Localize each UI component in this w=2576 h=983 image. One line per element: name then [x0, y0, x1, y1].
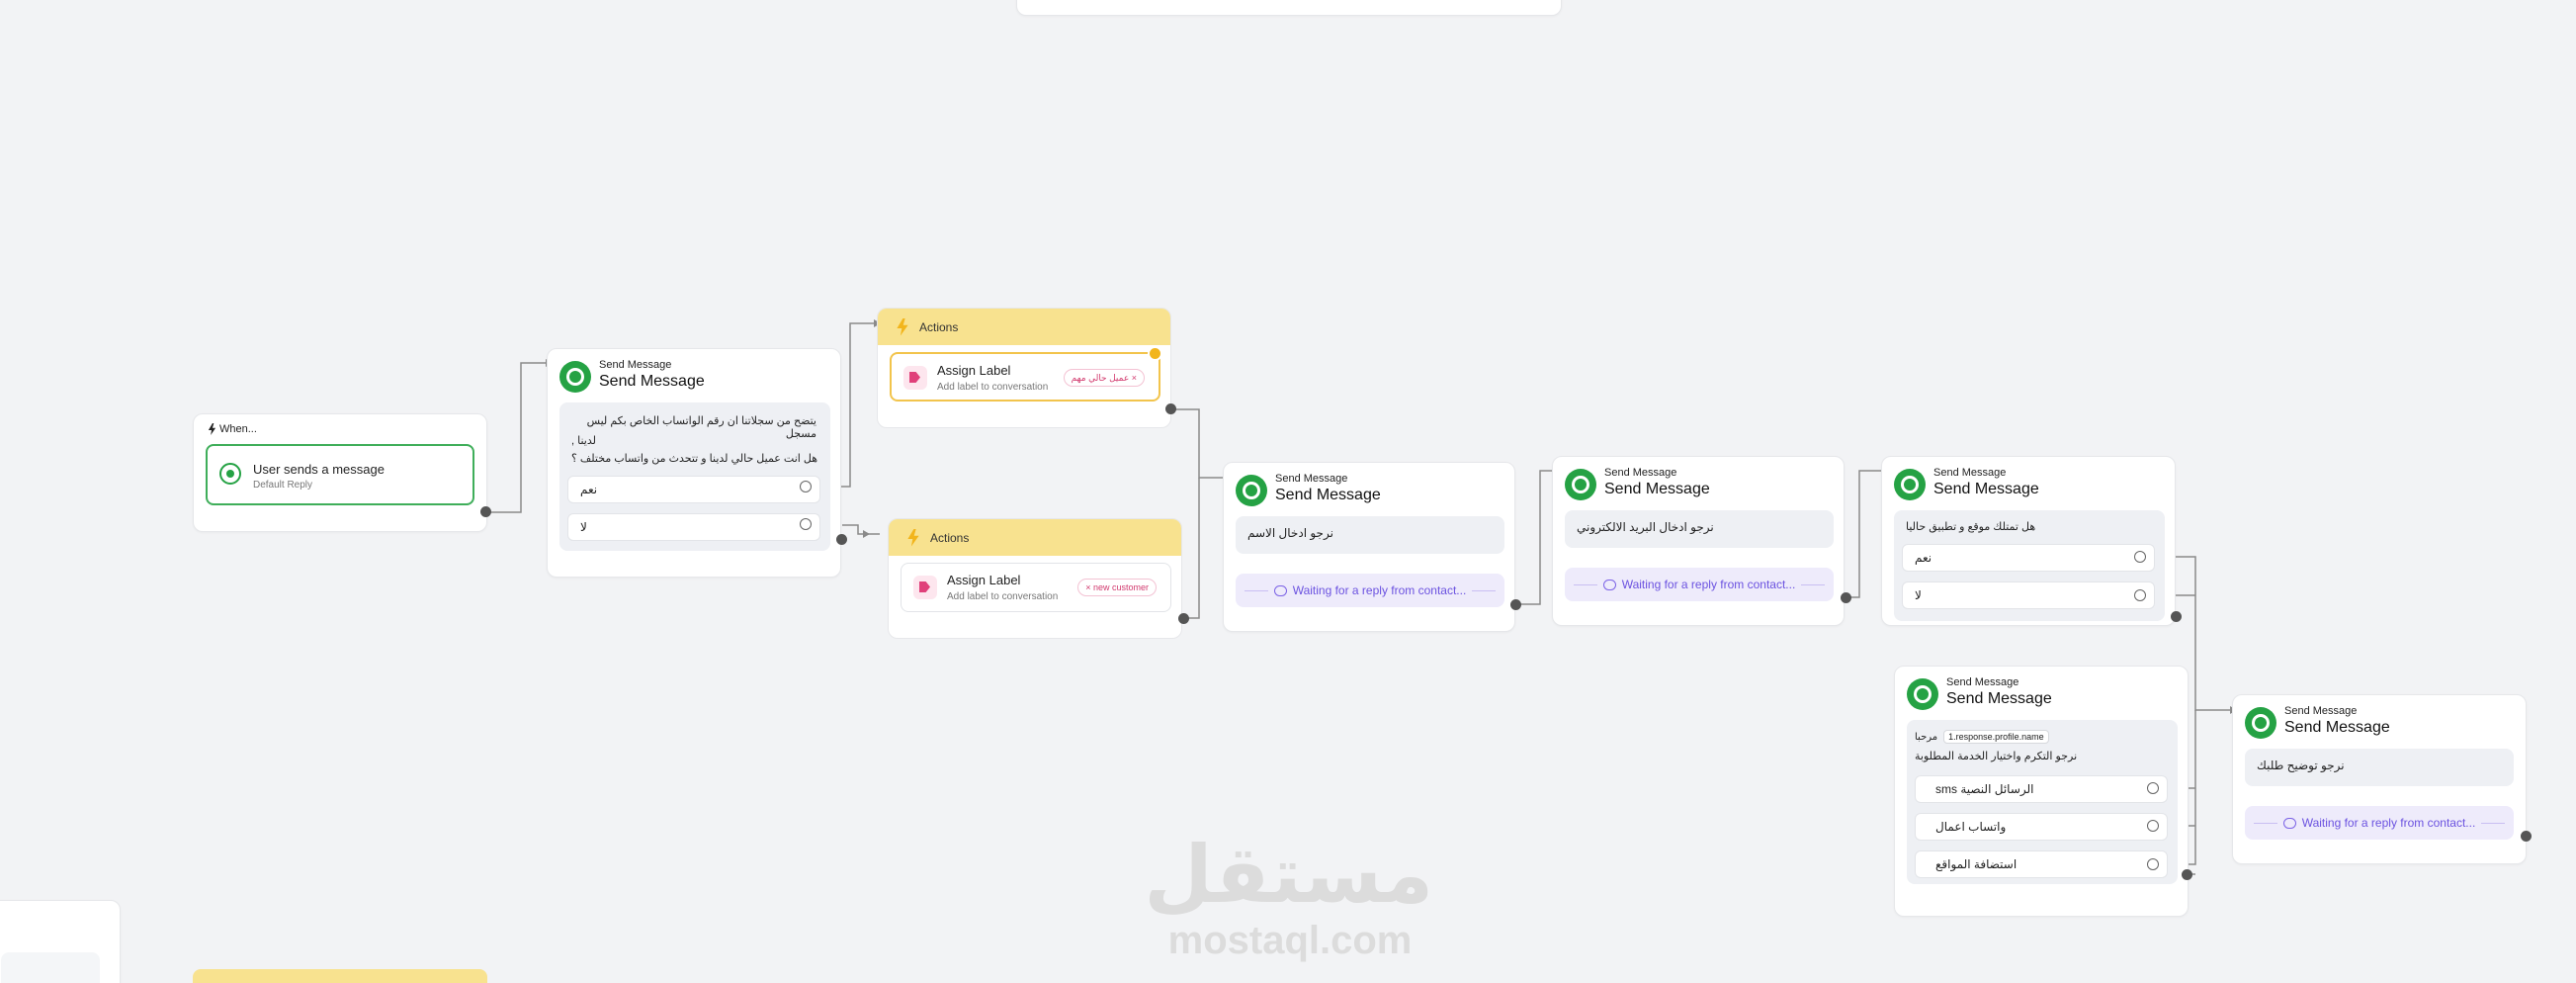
trigger-event-title: User sends a message — [253, 462, 385, 477]
node-subtitle: Send Message — [599, 359, 672, 371]
whatsapp-icon — [1907, 678, 1938, 710]
node-subtitle: Send Message — [2284, 705, 2358, 717]
message-box: يتضح من سجلاتنا ان رقم الواتساب الخاص بك… — [559, 402, 830, 551]
option-sms[interactable]: sms الرسائل النصية — [1915, 775, 2168, 803]
node-subtitle: Send Message — [1604, 467, 1677, 479]
message-box: هل تمتلك موقع و تطبيق حاليا نعم لا — [1894, 510, 2165, 621]
whatsapp-icon — [1565, 469, 1596, 500]
assign-label-title: Assign Label — [947, 573, 1021, 587]
node-subtitle: Send Message — [1275, 473, 1348, 485]
message-box: نرجو ادخال البريد الالكتروني — [1565, 510, 1834, 548]
chat-bubble-icon — [1602, 579, 1616, 590]
option-whatsapp-business[interactable]: واتساب اعمال — [1915, 813, 2168, 841]
watermark-arabic: مستقل — [1144, 831, 1433, 919]
output-handle[interactable] — [2182, 869, 2192, 880]
label-tag[interactable]: عميل حالي مهم × — [1063, 369, 1145, 387]
node-title: Send Message — [1275, 487, 1381, 503]
option-port[interactable] — [800, 518, 812, 530]
send-message-node-6[interactable]: Send Message Send Message نرجو توضيح طلب… — [2232, 694, 2527, 864]
actions-node-1[interactable]: Actions Assign Label Add label to conver… — [877, 308, 1171, 428]
bolt-icon — [897, 317, 908, 336]
option-yes[interactable]: نعم — [1902, 544, 2155, 572]
node-title: Send Message — [1604, 481, 1710, 497]
whatsapp-icon — [2245, 707, 2276, 739]
actions-header: Actions — [919, 319, 959, 334]
message-line: نرجو التكرم واختيار الخدمة المطلوبة — [1915, 751, 2078, 762]
send-message-node-1[interactable]: Send Message Send Message يتضح من سجلاتن… — [547, 348, 841, 578]
whatsapp-icon — [219, 463, 241, 485]
waiting-reply-indicator: Waiting for a reply from contact... — [1236, 574, 1504, 607]
option-port[interactable] — [2134, 589, 2146, 601]
assign-label-item[interactable]: Assign Label Add label to conversation ع… — [890, 352, 1160, 402]
node-subtitle: Send Message — [1933, 467, 2007, 479]
node-title: Send Message — [599, 373, 705, 390]
send-message-node-3[interactable]: Send Message Send Message نرجو ادخال الب… — [1552, 456, 1845, 626]
partial-card-top — [1016, 0, 1562, 16]
bolt-icon — [208, 423, 216, 435]
trigger-event[interactable]: User sends a message Default Reply — [206, 444, 474, 505]
waiting-reply-indicator: Waiting for a reply from contact... — [2245, 806, 2514, 840]
node-subtitle: Send Message — [1946, 676, 2019, 688]
partial-actions-bottom — [193, 969, 487, 983]
warning-icon — [1148, 346, 1162, 361]
option-port[interactable] — [2134, 551, 2146, 563]
node-title: Send Message — [1946, 690, 2052, 707]
label-tag[interactable]: × new customer — [1077, 579, 1157, 596]
output-handle[interactable] — [1165, 403, 1176, 414]
option-port[interactable] — [2147, 820, 2159, 832]
actions-node-2[interactable]: Actions Assign Label Add label to conver… — [888, 518, 1182, 639]
whatsapp-icon — [559, 361, 591, 393]
option-port[interactable] — [2147, 782, 2159, 794]
whatsapp-icon — [1894, 469, 1926, 500]
trigger-node[interactable]: When... User sends a message Default Rep… — [193, 413, 487, 532]
actions-header: Actions — [930, 530, 970, 545]
message-line: لدينا , — [571, 435, 596, 447]
assign-label-subtitle: Add label to conversation — [947, 591, 1059, 602]
assign-label-title: Assign Label — [937, 363, 1011, 378]
option-yes[interactable]: نعم — [567, 476, 820, 503]
chat-bubble-icon — [2282, 817, 2296, 829]
watermark-latin: mostaql.com — [1167, 919, 1413, 962]
whatsapp-icon — [1236, 475, 1267, 506]
greeting-text: مرحبا — [1915, 731, 1938, 743]
output-handle[interactable] — [1841, 592, 1851, 603]
output-handle[interactable] — [480, 506, 491, 517]
trigger-event-subtitle: Default Reply — [253, 480, 313, 491]
node-title: Send Message — [2284, 719, 2390, 736]
message-box: نرجو ادخال الاسم — [1236, 516, 1504, 554]
option-port[interactable] — [2147, 858, 2159, 870]
option-hosting[interactable]: استضافة المواقع — [1915, 850, 2168, 878]
partial-card-bottom-left — [0, 900, 121, 983]
output-handle[interactable] — [2521, 831, 2532, 842]
waiting-reply-indicator: Waiting for a reply from contact... — [1565, 568, 1834, 601]
output-handle[interactable] — [1510, 599, 1521, 610]
message-line: هل انت عميل حالي لدينا و تتحدث من واتساب… — [571, 453, 818, 465]
tag-icon — [903, 366, 927, 390]
assign-label-item[interactable]: Assign Label Add label to conversation ×… — [901, 563, 1171, 612]
message-box: مرحبا 1.response.profile.name نرجو التكر… — [1907, 720, 2178, 884]
message-line: يتضح من سجلاتنا ان رقم الواتساب الخاص بك… — [586, 415, 816, 440]
option-no[interactable]: لا — [567, 513, 820, 541]
message-box: نرجو توضيح طلبك — [2245, 749, 2514, 786]
assign-label-subtitle: Add label to conversation — [937, 382, 1049, 393]
node-title: Send Message — [1933, 481, 2039, 497]
trigger-title: When... — [219, 423, 257, 435]
tag-icon — [913, 576, 937, 599]
message-line: هل تمتلك موقع و تطبيق حاليا — [1906, 521, 2036, 533]
send-message-node-4[interactable]: Send Message Send Message هل تمتلك موقع … — [1881, 456, 2176, 626]
output-handle[interactable] — [836, 534, 847, 545]
output-handle[interactable] — [2171, 611, 2182, 622]
output-handle[interactable] — [1178, 613, 1189, 624]
option-port[interactable] — [800, 481, 812, 492]
variable-chip: 1.response.profile.name — [1943, 730, 2049, 744]
bolt-icon — [907, 528, 919, 547]
send-message-node-5[interactable]: Send Message Send Message مرحبا 1.respon… — [1894, 666, 2189, 917]
chat-bubble-icon — [1273, 584, 1287, 596]
option-no[interactable]: لا — [1902, 581, 2155, 609]
send-message-node-2[interactable]: Send Message Send Message نرجو ادخال الا… — [1223, 462, 1515, 632]
